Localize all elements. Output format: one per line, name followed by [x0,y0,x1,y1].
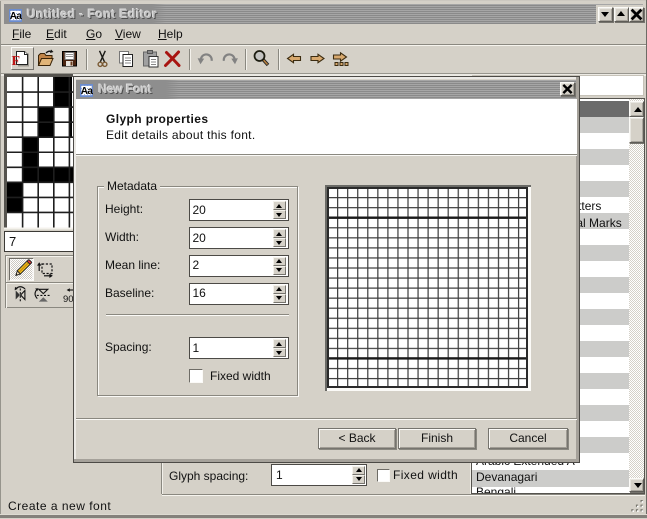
svg-text:F: F [12,54,21,69]
svg-text:90: 90 [63,294,74,305]
svg-text:Aa: Aa [81,86,93,97]
svg-text:Aa: Aa [9,11,21,22]
